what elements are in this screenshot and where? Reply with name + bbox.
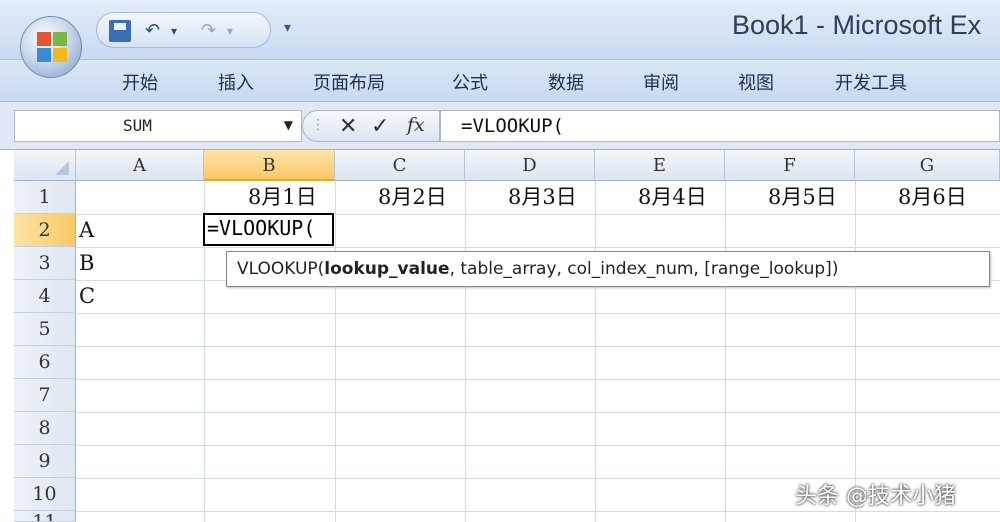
redo-icon[interactable]: ↷ [201, 19, 216, 43]
tooltip-function-name: VLOOKUP( [237, 259, 325, 279]
cell-f1[interactable]: 8月5日 [768, 181, 837, 214]
customize-toolbar-icon[interactable]: ▾ [284, 20, 291, 36]
office-logo-icon [37, 32, 67, 62]
gridline [76, 445, 1000, 446]
active-cell-text: =VLOOKUP( [207, 216, 316, 240]
undo-icon[interactable]: ↶ [145, 19, 160, 43]
gridline [76, 346, 1000, 347]
gridline [465, 181, 466, 522]
cancel-icon[interactable]: ✕ [339, 114, 357, 139]
tooltip-remaining-arguments: , table_array, col_index_num, [range_loo… [449, 259, 839, 279]
watermark: 头条 @技术小猪 [795, 484, 956, 509]
column-header-a[interactable]: A [76, 150, 204, 181]
row-header-6[interactable]: 6 [14, 346, 76, 379]
tab-view[interactable]: 视图 [738, 69, 774, 95]
row-header-2[interactable]: 2 [14, 214, 76, 247]
quick-access-toolbar: ↶ ▾ ↷ ▾ [96, 12, 271, 48]
row-header-10[interactable]: 10 [14, 478, 76, 511]
row-header-9[interactable]: 9 [14, 445, 76, 478]
row-header-1[interactable]: 1 [14, 181, 76, 214]
gridline [76, 247, 1000, 248]
title-bar: ↶ ▾ ↷ ▾ ▾ Book1 - Microsoft Ex [0, 0, 1000, 60]
undo-dropdown-icon[interactable]: ▾ [171, 19, 177, 43]
gridline [76, 412, 1000, 413]
tooltip-current-argument[interactable]: lookup_value [324, 259, 449, 279]
insert-function-icon[interactable]: fx [407, 114, 425, 136]
window-title: Book1 - Microsoft Ex [732, 10, 982, 40]
gridline [76, 313, 1000, 314]
cell-e1[interactable]: 8月4日 [638, 181, 707, 214]
gridline [725, 181, 726, 522]
worksheet-grid[interactable]: A B C D E F G 1 2 3 4 5 6 7 8 9 10 11 8月… [14, 150, 1000, 522]
name-box-dropdown-icon[interactable]: ▼ [284, 118, 293, 132]
name-box[interactable]: SUM ▼ [14, 110, 302, 142]
row-header-3[interactable]: 3 [14, 247, 76, 280]
gridline [76, 379, 1000, 380]
active-cell-b2[interactable]: =VLOOKUP( [203, 213, 334, 246]
cell-c1[interactable]: 8月2日 [378, 181, 447, 214]
tab-insert[interactable]: 插入 [218, 69, 254, 95]
cell-g1[interactable]: 8月6日 [898, 181, 967, 214]
formula-input[interactable]: =VLOOKUP( [440, 110, 1000, 142]
gridline [335, 181, 336, 522]
cell-a2[interactable]: A [76, 214, 94, 247]
redo-dropdown-icon[interactable]: ▾ [227, 19, 233, 43]
formula-bar: SUM ▼ ⋮ ✕ ✓ fx =VLOOKUP( [0, 102, 1000, 150]
tab-review[interactable]: 审阅 [643, 69, 679, 95]
gridline [76, 511, 1000, 512]
row-header-11[interactable]: 11 [14, 511, 76, 522]
column-header-b[interactable]: B [204, 150, 335, 181]
column-header-d[interactable]: D [465, 150, 595, 181]
tab-formulas[interactable]: 公式 [452, 69, 488, 95]
column-header-g[interactable]: G [855, 150, 1000, 181]
tab-data[interactable]: 数据 [548, 69, 584, 95]
ribbon-tabs: 开始 插入 页面布局 公式 数据 审阅 视图 开发工具 [0, 60, 1000, 102]
enter-icon[interactable]: ✓ [371, 114, 389, 139]
column-header-c[interactable]: C [335, 150, 465, 181]
formula-text: =VLOOKUP( [461, 115, 564, 137]
row-header-8[interactable]: 8 [14, 412, 76, 445]
tab-developer[interactable]: 开发工具 [835, 69, 907, 95]
grip-icon: ⋮ [311, 117, 325, 133]
gridline [595, 181, 596, 522]
select-all-button[interactable] [14, 150, 76, 181]
cell-a3[interactable]: B [76, 247, 94, 280]
function-tooltip[interactable]: VLOOKUP(lookup_value, table_array, col_i… [226, 251, 990, 287]
row-header-5[interactable]: 5 [14, 313, 76, 346]
save-icon[interactable] [109, 20, 131, 42]
column-header-f[interactable]: F [725, 150, 855, 181]
cell-b1[interactable]: 8月1日 [248, 181, 317, 214]
tab-home[interactable]: 开始 [122, 69, 158, 95]
row-header-4[interactable]: 4 [14, 280, 76, 313]
name-box-value: SUM [123, 116, 152, 135]
gridline [855, 181, 856, 522]
cell-d1[interactable]: 8月3日 [508, 181, 577, 214]
formula-buttons: ⋮ ✕ ✓ fx [302, 110, 440, 142]
tab-page-layout[interactable]: 页面布局 [313, 69, 385, 95]
cell-a4[interactable]: C [76, 280, 95, 313]
office-button[interactable] [20, 16, 82, 78]
row-header-7[interactable]: 7 [14, 379, 76, 412]
column-header-e[interactable]: E [595, 150, 725, 181]
